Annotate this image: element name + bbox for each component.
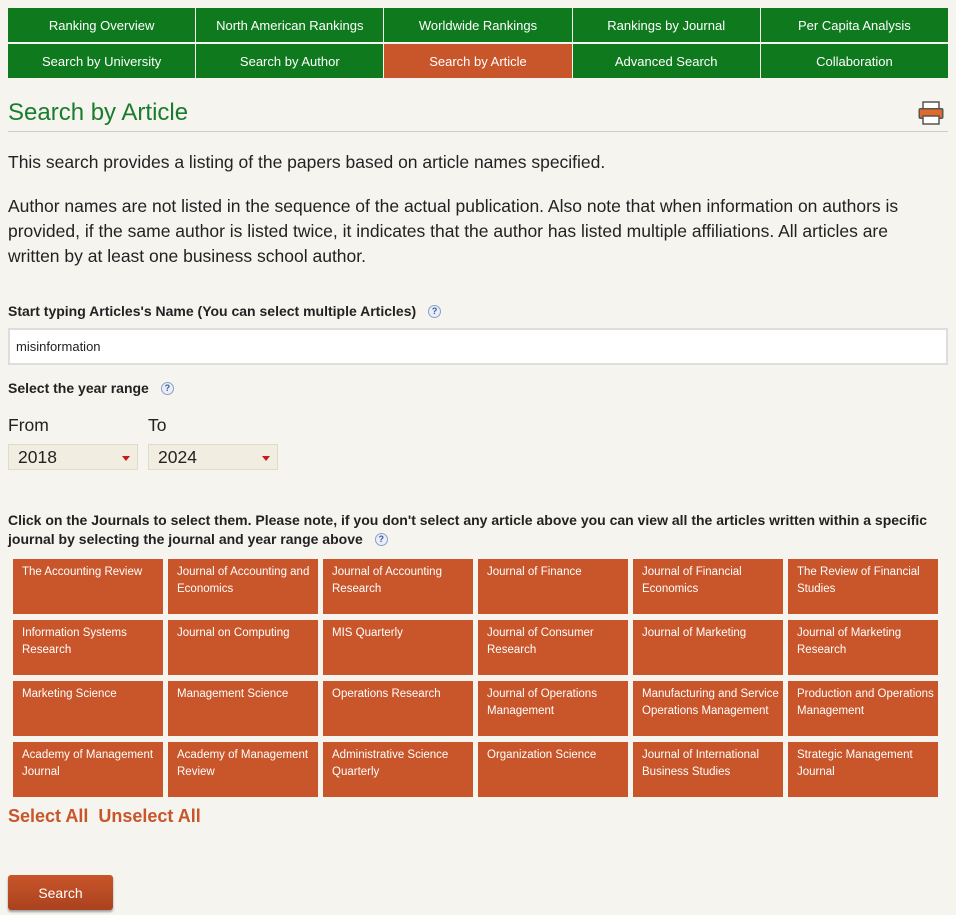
nav-worldwide-rankings[interactable]: Worldwide Rankings (384, 8, 572, 42)
nav-search-by-university[interactable]: Search by University (8, 44, 196, 78)
to-label: To (148, 415, 167, 435)
journal-button[interactable]: Journal of Marketing (633, 620, 783, 675)
journal-button[interactable]: Journal of International Business Studie… (633, 742, 783, 797)
to-year-select[interactable]: 2024 (148, 444, 278, 470)
main-nav: Ranking Overview North American Rankings… (8, 8, 948, 79)
journals-instructions-text: Click on the Journals to select them. Pl… (8, 512, 928, 547)
journal-button[interactable]: Journal of Consumer Research (478, 620, 628, 675)
journal-button[interactable]: The Accounting Review (13, 559, 163, 614)
journal-button[interactable]: Journal of Marketing Research (788, 620, 938, 675)
year-range-label: Select the year range? (8, 380, 174, 396)
print-icon[interactable] (917, 101, 945, 125)
journal-button[interactable]: Academy of Management Review (168, 742, 318, 797)
nav-advanced-search[interactable]: Advanced Search (572, 44, 760, 78)
year-range-label-text: Select the year range (8, 380, 149, 396)
nav-search-by-article[interactable]: Search by Article (384, 44, 572, 78)
help-icon[interactable]: ? (428, 305, 442, 318)
nav-rankings-by-journal[interactable]: Rankings by Journal (572, 8, 760, 42)
journal-button[interactable]: Journal of Financial Economics (633, 559, 783, 614)
journal-button[interactable]: Information Systems Research (13, 620, 163, 675)
help-icon[interactable]: ? (374, 533, 388, 546)
nav-north-american-rankings[interactable]: North American Rankings (196, 8, 384, 42)
note-text: Author names are not listed in the seque… (8, 196, 899, 266)
chevron-down-icon (262, 456, 270, 461)
help-icon[interactable]: ? (160, 382, 174, 395)
from-label: From (8, 415, 49, 435)
journal-button[interactable]: Organization Science (478, 742, 628, 797)
title-divider (8, 131, 948, 132)
journal-button[interactable]: Journal of Finance (478, 559, 628, 614)
intro-text: This search provides a listing of the pa… (8, 152, 606, 172)
nav-collaboration[interactable]: Collaboration (760, 44, 948, 78)
journal-button[interactable]: MIS Quarterly (323, 620, 473, 675)
journal-button[interactable]: The Review of Financial Studies (788, 559, 938, 614)
page-title: Search by Article (8, 99, 189, 126)
journal-button[interactable]: Operations Research (323, 681, 473, 736)
journal-button[interactable]: Production and Operations Management (788, 681, 938, 736)
journal-button[interactable]: Journal on Computing (168, 620, 318, 675)
journal-button[interactable]: Management Science (168, 681, 318, 736)
nav-search-by-author[interactable]: Search by Author (196, 44, 384, 78)
journal-button[interactable]: Journal of Accounting and Economics (168, 559, 318, 614)
journal-button[interactable]: Marketing Science (13, 681, 163, 736)
journal-button[interactable]: Journal of Accounting Research (323, 559, 473, 614)
journal-button[interactable]: Strategic Management Journal (788, 742, 938, 797)
from-year-value: 2018 (18, 447, 57, 467)
journal-button[interactable]: Academy of Management Journal (13, 742, 163, 797)
from-year-select[interactable]: 2018 (8, 444, 138, 470)
journal-grid: The Accounting Review Journal of Account… (13, 559, 938, 797)
journal-button[interactable]: Administrative Science Quarterly (323, 742, 473, 797)
to-year-value: 2024 (158, 447, 197, 467)
article-field-label-text: Start typing Articles's Name (You can se… (8, 303, 417, 319)
selection-links: Select All Unselect All (8, 806, 201, 827)
unselect-all-link[interactable]: Unselect All (98, 806, 200, 826)
article-field-label: Start typing Articles's Name (You can se… (8, 303, 442, 319)
nav-ranking-overview[interactable]: Ranking Overview (8, 8, 196, 42)
journals-instructions: Click on the Journals to select them. Pl… (8, 511, 943, 549)
journal-button[interactable]: Journal of Operations Management (478, 681, 628, 736)
chevron-down-icon (122, 456, 130, 461)
search-button[interactable]: Search (8, 875, 113, 910)
select-all-link[interactable]: Select All (8, 806, 88, 826)
article-search-input[interactable] (8, 328, 948, 365)
nav-per-capita-analysis[interactable]: Per Capita Analysis (760, 8, 948, 42)
journal-button[interactable]: Manufacturing and Service Operations Man… (633, 681, 783, 736)
